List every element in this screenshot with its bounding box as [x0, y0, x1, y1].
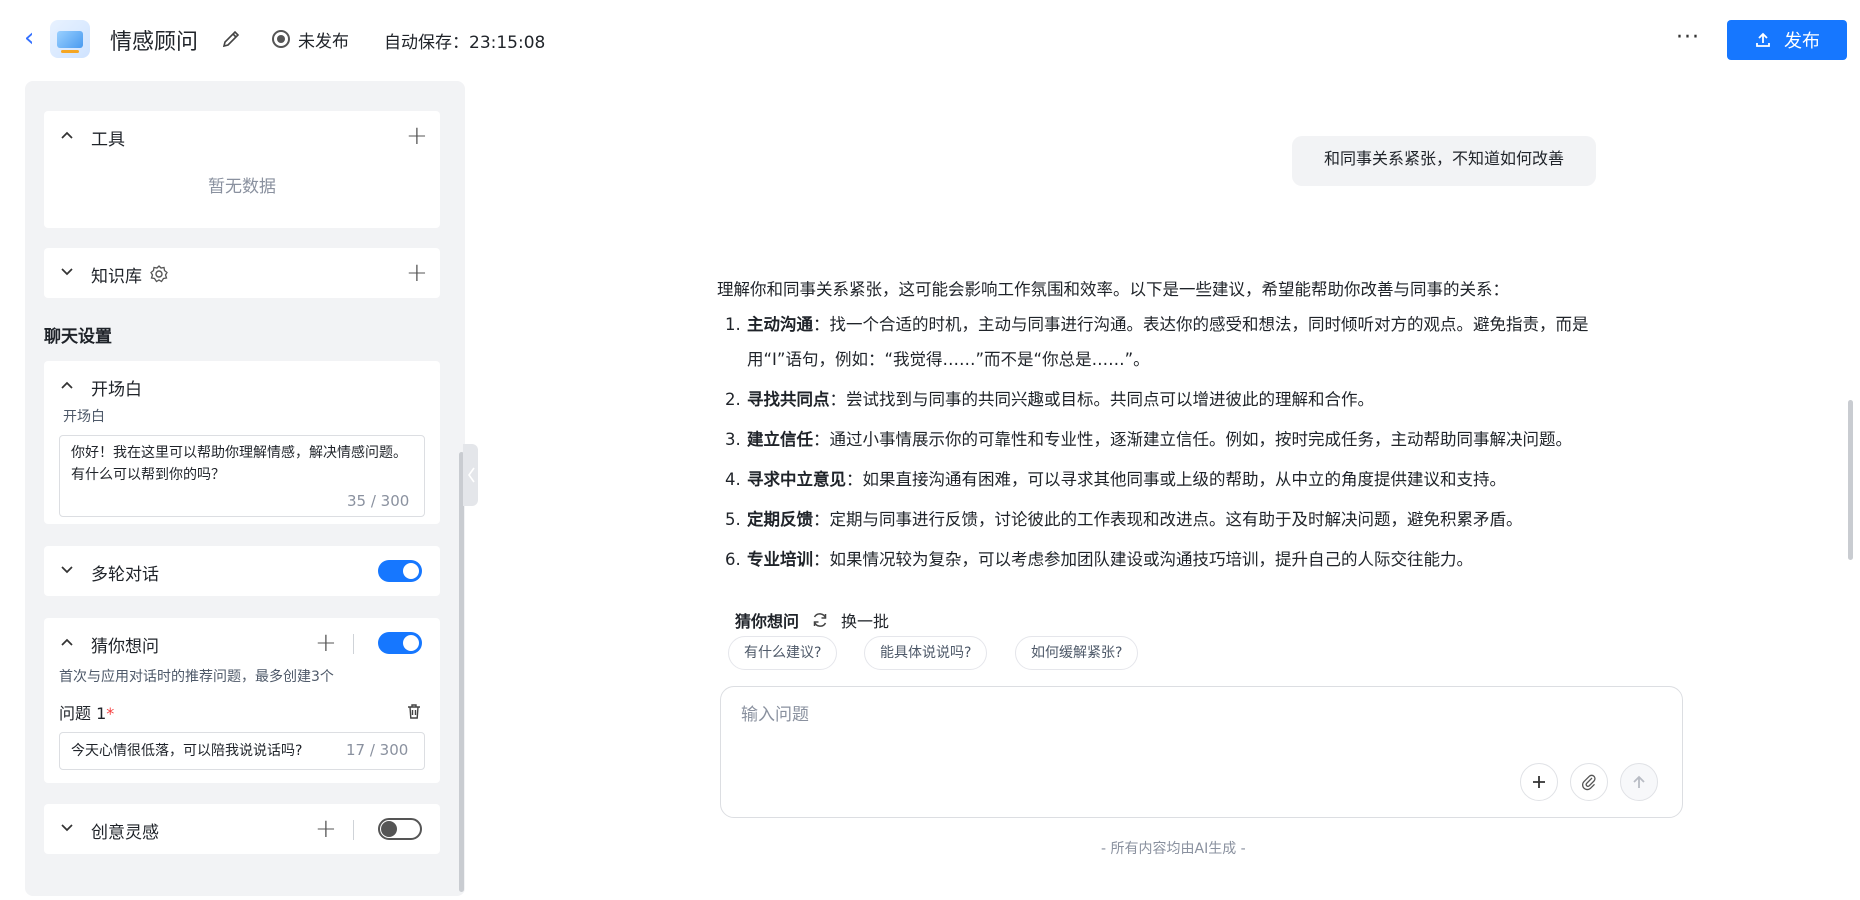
- opening-char-counter: 35 / 300: [347, 492, 410, 510]
- answer-item-text: ：尝试找到与同事的共同兴趣或目标。共同点可以增进彼此的理解和合作。: [829, 390, 1375, 409]
- answer-intro: 理解你和同事关系紧张，这可能会影响工作氛围和效率。以下是一些建议，希望能帮助你改…: [717, 280, 1509, 299]
- answer-item-bold: 建立信任: [747, 430, 813, 449]
- suggestion-chip[interactable]: 能具体说说吗?: [864, 636, 988, 670]
- publish-button[interactable]: 发布: [1727, 20, 1847, 60]
- guess-description: 首次与应用对话时的推荐问题，最多创建3个: [59, 669, 334, 685]
- status-icon: [272, 30, 290, 48]
- chevron-down-icon[interactable]: [60, 821, 74, 835]
- divider: [353, 634, 354, 654]
- knowledge-card: 知识库 +: [44, 248, 440, 298]
- autosave-time: 自动保存：23:15:08: [384, 33, 546, 53]
- answer-list: 主动沟通：找一个合适的时机，主动与同事进行沟通。表达你的感受和想法，同时倾听对方…: [746, 307, 1607, 577]
- panel-scrollbar[interactable]: [459, 452, 464, 892]
- settings-panel: 工具 + 暂无数据 知识库 + 聊天设置 开场白 开场白 35 / 300 多轮…: [25, 81, 465, 896]
- attach-button[interactable]: [1570, 763, 1608, 801]
- tools-card: 工具 + 暂无数据: [44, 111, 440, 228]
- question-char-counter: 17 / 300: [346, 741, 409, 759]
- question-label-text: 问题 1: [59, 704, 107, 723]
- publish-label: 发布: [1784, 31, 1820, 52]
- tools-empty-text: 暂无数据: [208, 177, 276, 197]
- chevron-up-icon[interactable]: [60, 635, 74, 649]
- arrow-up-icon: [1633, 775, 1645, 788]
- suggestion-chip[interactable]: 如何缓解紧张?: [1015, 636, 1139, 670]
- multi-turn-title: 多轮对话: [91, 565, 159, 585]
- collapse-icon: [467, 467, 475, 483]
- top-bar: ‹ 情感顾问 未发布 自动保存：23:15:08 ··· 发布: [0, 0, 1860, 78]
- app-avatar: [50, 20, 90, 58]
- app-title: 情感顾问: [110, 30, 199, 55]
- collapse-panel-handle[interactable]: [463, 444, 478, 506]
- refresh-icon[interactable]: [811, 611, 829, 629]
- chevron-up-icon[interactable]: [60, 128, 74, 142]
- chat-input-box: [720, 686, 1683, 818]
- multi-turn-card: 多轮对话: [44, 546, 440, 596]
- plus-icon: [1533, 776, 1545, 788]
- add-creative-icon[interactable]: +: [315, 816, 337, 842]
- suggestions-header: 猜你想问 换一批: [735, 608, 889, 632]
- answer-item-bold: 定期反馈: [747, 510, 813, 529]
- chat-input[interactable]: [741, 705, 1641, 725]
- answer-item-text: ：如果情况较为复杂，可以考虑参加团队建设或沟通技巧培训，提升自己的人际交往能力。: [813, 550, 1473, 569]
- add-knowledge-icon[interactable]: +: [406, 260, 428, 286]
- answer-item: 建立信任：通过小事情展示你的可靠性和专业性，逐渐建立信任。例如，按时完成任务，主…: [746, 422, 1607, 457]
- edit-icon[interactable]: [220, 28, 242, 50]
- answer-item: 寻找共同点：尝试找到与同事的共同兴趣或目标。共同点可以增进彼此的理解和合作。: [746, 382, 1607, 417]
- answer-item: 主动沟通：找一个合适的时机，主动与同事进行沟通。表达你的感受和想法，同时倾听对方…: [746, 307, 1607, 377]
- answer-item-text: ：找一个合适的时机，主动与同事进行沟通。表达你的感受和想法，同时倾听对方的观点。…: [747, 315, 1589, 369]
- creative-card: 创意灵感 +: [44, 804, 440, 854]
- send-button[interactable]: [1620, 763, 1658, 801]
- paperclip-icon: [1582, 774, 1596, 791]
- divider: [353, 820, 354, 840]
- refresh-button[interactable]: 换一批: [841, 608, 889, 632]
- user-message: 和同事关系紧张，不知道如何改善: [1292, 136, 1596, 186]
- guess-title: 猜你想问: [91, 637, 159, 657]
- answer-item-bold: 寻找共同点: [747, 390, 830, 409]
- opening-card: 开场白 开场白 35 / 300: [44, 361, 440, 524]
- answer-item: 专业培训：如果情况较为复杂，可以考虑参加团队建设或沟通技巧培训，提升自己的人际交…: [746, 542, 1607, 577]
- answer-item: 定期反馈：定期与同事进行反馈，讨论彼此的工作表现和改进点。这有助于及时解决问题，…: [746, 502, 1607, 537]
- answer-item: 寻求中立意见：如果直接沟通有困难，可以寻求其他同事或上级的帮助，从中立的角度提供…: [746, 462, 1607, 497]
- knowledge-title: 知识库: [91, 267, 142, 287]
- answer-item-bold: 主动沟通: [747, 315, 813, 334]
- chat-settings-title: 聊天设置: [44, 327, 112, 347]
- multi-turn-toggle[interactable]: [378, 560, 422, 582]
- chevron-down-icon[interactable]: [60, 563, 74, 577]
- status-label: 未发布: [298, 31, 349, 52]
- chevron-up-icon[interactable]: [60, 378, 74, 392]
- trash-icon[interactable]: [405, 702, 423, 720]
- question-label: 问题 1*: [59, 700, 114, 724]
- creative-title: 创意灵感: [91, 823, 159, 843]
- answer-item-text: ：如果直接沟通有困难，可以寻求其他同事或上级的帮助，从中立的角度提供建议和支持。: [846, 470, 1506, 489]
- required-mark: *: [106, 704, 115, 723]
- suggestion-chip[interactable]: 有什么建议?: [728, 636, 838, 670]
- answer-item-bold: 寻求中立意见: [747, 470, 846, 489]
- chat-scrollbar[interactable]: [1848, 400, 1853, 560]
- question-input-wrap: 17 / 300: [59, 732, 425, 770]
- opening-field-label: 开场白: [63, 409, 105, 425]
- add-question-icon[interactable]: +: [315, 630, 337, 656]
- more-options-icon[interactable]: ···: [1676, 27, 1700, 49]
- answer-item-bold: 专业培训: [747, 550, 813, 569]
- assistant-answer: 理解你和同事关系紧张，这可能会影响工作氛围和效率。以下是一些建议，希望能帮助你改…: [717, 272, 1607, 582]
- question-1-input[interactable]: [71, 742, 331, 758]
- publish-status: 未发布: [272, 26, 349, 52]
- add-tool-icon[interactable]: +: [406, 123, 428, 149]
- chevron-down-icon[interactable]: [60, 265, 74, 279]
- gear-icon[interactable]: [149, 264, 169, 284]
- tools-title: 工具: [91, 130, 125, 150]
- back-icon[interactable]: ‹: [24, 25, 38, 51]
- add-button[interactable]: [1520, 763, 1558, 801]
- upload-icon: [1756, 32, 1770, 47]
- guess-toggle[interactable]: [378, 632, 422, 654]
- guess-card: 猜你想问 + 首次与应用对话时的推荐问题，最多创建3个 问题 1* 17 / 3…: [44, 618, 440, 783]
- suggestions-title: 猜你想问: [735, 612, 800, 631]
- answer-item-text: ：定期与同事进行反馈，讨论彼此的工作表现和改进点。这有助于及时解决问题，避免积累…: [813, 510, 1523, 529]
- opening-title: 开场白: [91, 380, 142, 400]
- creative-toggle[interactable]: [378, 818, 422, 840]
- answer-item-text: ：通过小事情展示你的可靠性和专业性，逐渐建立信任。例如，按时完成任务，主动帮助同…: [813, 430, 1572, 449]
- ai-disclaimer: - 所有内容均由AI生成 -: [1101, 841, 1246, 857]
